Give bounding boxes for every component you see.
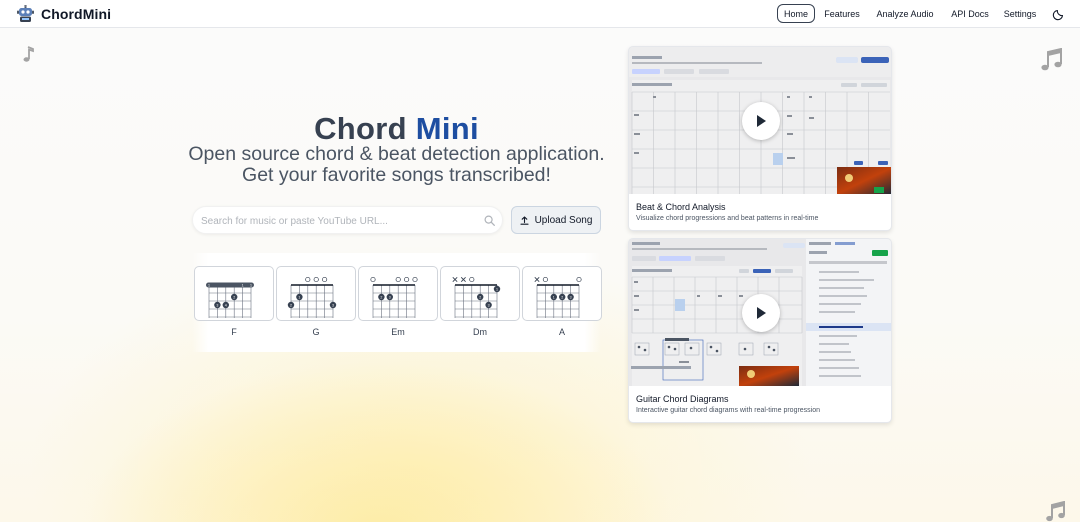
svg-text:4: 4: [225, 303, 227, 307]
nav-settings[interactable]: Settings: [1002, 4, 1038, 23]
play-icon: [757, 115, 766, 127]
search-bar: [192, 206, 503, 234]
demo-desc-beat-chord: Visualize chord progressions and beat pa…: [636, 215, 819, 222]
svg-text:3: 3: [332, 303, 334, 307]
brand[interactable]: ChordMini: [16, 5, 111, 23]
nav-features[interactable]: Features: [822, 4, 862, 23]
svg-text:2: 2: [380, 295, 382, 299]
svg-text:3: 3: [570, 295, 572, 299]
hero-subtitle: Open source chord & beat detection appli…: [188, 143, 605, 186]
svg-text:3: 3: [389, 295, 391, 299]
play-button[interactable]: [742, 294, 780, 332]
demo-video-thumbnail[interactable]: [629, 47, 891, 194]
search-input[interactable]: [201, 212, 471, 230]
chord-diagram-em: 23: [358, 266, 438, 321]
chord-card-dm[interactable]: 1 2 3 Dm: [440, 253, 520, 352]
double-music-note-icon-bottom: [1046, 501, 1065, 522]
music-note-icon: [23, 46, 34, 62]
chord-diagram-dm: 1 2 3: [440, 266, 520, 321]
chord-card-a[interactable]: 1 2 3 A: [522, 253, 602, 352]
demo-card-beat-chord[interactable]: Beat & Chord Analysis Visualize chord pr…: [628, 46, 892, 231]
chord-diagram-f: 1 1 1 2 4 3: [194, 266, 274, 321]
svg-text:1: 1: [250, 284, 252, 288]
double-music-note-icon: [1041, 48, 1062, 71]
top-navbar: ChordMini Home Features Analyze Audio AP…: [0, 0, 1080, 28]
play-icon: [757, 307, 766, 319]
svg-text:1: 1: [242, 284, 244, 288]
svg-text:2: 2: [561, 295, 563, 299]
moon-icon[interactable]: [1052, 7, 1066, 21]
svg-text:1: 1: [553, 295, 555, 299]
upload-song-label: Upload Song: [534, 214, 593, 226]
demo-card-guitar-diagrams[interactable]: Guitar Chord Diagrams Interactive guitar…: [628, 238, 892, 423]
chord-card-f[interactable]: 1 1 1 2 4 3 F: [194, 253, 274, 352]
chord-diagram-a: 1 2 3: [522, 266, 602, 321]
chord-card-em[interactable]: 23 Em: [358, 253, 438, 352]
hero-title-mini: Mini: [415, 111, 479, 146]
play-button[interactable]: [742, 102, 780, 140]
chord-name-a: A: [558, 327, 565, 337]
demo-title-beat-chord: Beat & Chord Analysis: [636, 202, 726, 212]
svg-text:1: 1: [496, 287, 498, 291]
chord-diagram-strip: 1 1 1 2 4 3 F 1 2 3 G 2 3 Em 1 2 3 Dm 1 2 …: [192, 253, 602, 352]
robot-logo-icon: [17, 5, 34, 22]
hero-title: Chord Mini: [192, 111, 601, 147]
svg-text:2: 2: [290, 303, 292, 307]
svg-text:2: 2: [233, 295, 235, 299]
hero-title-chord: Chord: [314, 111, 407, 146]
nav-api-docs[interactable]: API Docs: [947, 4, 993, 23]
upload-icon: [520, 215, 529, 225]
demo-title-guitar-diagrams: Guitar Chord Diagrams: [636, 394, 729, 404]
chord-name-dm: Dm: [473, 327, 487, 337]
upload-song-button[interactable]: Upload Song: [511, 206, 601, 234]
demo-video-thumbnail[interactable]: [629, 239, 891, 386]
brand-name: ChordMini: [41, 6, 112, 22]
svg-text:3: 3: [216, 303, 218, 307]
svg-text:2: 2: [479, 295, 481, 299]
svg-text:1: 1: [208, 284, 210, 288]
chord-name-em: Em: [391, 327, 405, 337]
nav-home[interactable]: Home: [777, 4, 815, 23]
chord-diagram-g: 1 2 3: [276, 266, 356, 321]
chord-card-g[interactable]: 1 2 3 G: [276, 253, 356, 352]
svg-text:1: 1: [298, 295, 300, 299]
chord-name-g: G: [312, 327, 320, 337]
svg-text:3: 3: [488, 303, 490, 307]
demo-desc-guitar-diagrams: Interactive guitar chord diagrams with r…: [636, 407, 821, 414]
search-icon[interactable]: [484, 215, 495, 226]
nav-analyze-audio[interactable]: Analyze Audio: [874, 4, 936, 23]
chord-name-f: F: [231, 327, 237, 337]
